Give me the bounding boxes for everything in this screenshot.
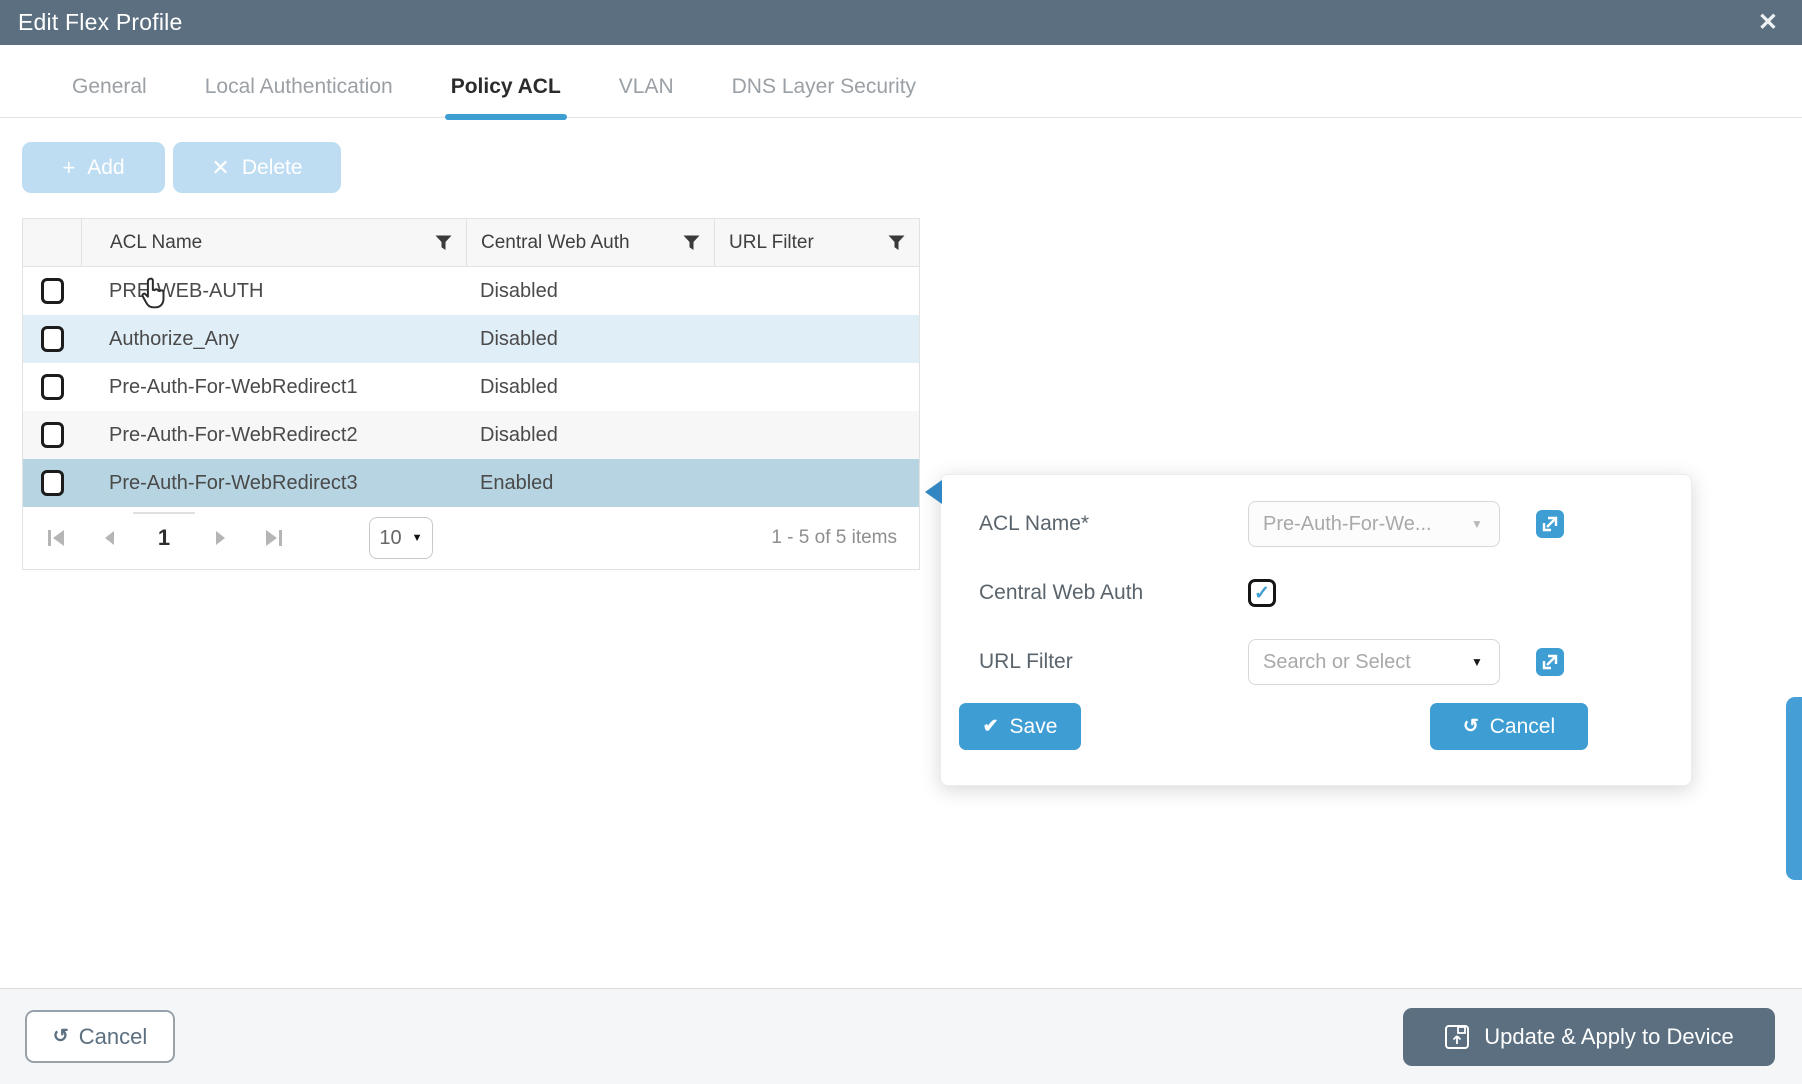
add-button[interactable]: + Add <box>22 142 165 193</box>
filter-icon[interactable] <box>888 235 905 251</box>
chevron-down-icon: ▼ <box>1455 655 1499 669</box>
filter-icon[interactable] <box>435 235 452 251</box>
central-web-auth-cell: Enabled <box>466 472 714 495</box>
tab-vlan[interactable]: VLAN <box>619 75 674 117</box>
page-size-select[interactable]: 10 ▼ <box>369 517 433 559</box>
url-filter-placeholder: Search or Select <box>1249 651 1455 674</box>
chevron-down-icon: ▼ <box>412 532 423 544</box>
header-acl-name-label: ACL Name <box>110 232 202 254</box>
central-web-auth-label: Central Web Auth <box>959 581 1248 605</box>
filter-icon[interactable] <box>683 235 700 251</box>
row-checkbox[interactable] <box>41 326 64 352</box>
header-acl-name[interactable]: ACL Name <box>81 219 466 266</box>
vertical-scrollbar-thumb[interactable] <box>1786 697 1802 880</box>
central-web-auth-cell: Disabled <box>466 376 714 399</box>
first-page-icon[interactable] <box>45 527 71 549</box>
table-row[interactable]: PRE-WEB-AUTH Disabled <box>23 267 919 315</box>
table-row[interactable]: Pre-Auth-For-WebRedirect1 Disabled <box>23 363 919 411</box>
tab-local-authentication[interactable]: Local Authentication <box>205 75 393 117</box>
cancel-button[interactable]: ↺ Cancel <box>25 1010 175 1063</box>
acl-name-cell: Authorize_Any <box>81 328 466 351</box>
update-apply-button[interactable]: Update & Apply to Device <box>1403 1008 1775 1066</box>
dialog-footer: ↺ Cancel Update & Apply to Device <box>0 988 1802 1084</box>
acl-edit-popover: ACL Name* Pre-Auth-For-We... ▼ Central W… <box>940 474 1692 786</box>
url-filter-select[interactable]: Search or Select ▼ <box>1248 639 1500 685</box>
save-button-label: Save <box>1010 715 1058 739</box>
popover-cancel-label: Cancel <box>1490 715 1555 739</box>
current-page-number: 1 <box>158 525 170 551</box>
row-checkbox[interactable] <box>41 278 64 304</box>
acl-name-cell: PRE-WEB-AUTH <box>81 280 466 303</box>
url-filter-label: URL Filter <box>959 650 1248 674</box>
page-size-value: 10 <box>379 527 401 550</box>
chevron-down-icon: ▼ <box>1455 517 1499 531</box>
tab-bar: General Local Authentication Policy ACL … <box>0 63 1802 118</box>
tab-general[interactable]: General <box>72 75 147 117</box>
tab-policy-acl[interactable]: Policy ACL <box>451 75 561 117</box>
acl-name-select[interactable]: Pre-Auth-For-We... ▼ <box>1248 501 1500 547</box>
delete-button-label: Delete <box>242 156 303 180</box>
next-page-icon[interactable] <box>207 527 233 549</box>
last-page-icon[interactable] <box>259 527 285 549</box>
table-header-row: ACL Name Central Web Auth URL Filter <box>23 219 919 267</box>
central-web-auth-cell: Disabled <box>466 328 714 351</box>
save-button[interactable]: ✔ Save <box>959 703 1081 750</box>
central-web-auth-cell: Disabled <box>466 424 714 447</box>
table-row-selected[interactable]: Pre-Auth-For-WebRedirect3 Enabled <box>23 459 919 507</box>
current-page-button[interactable]: 1 <box>141 525 187 551</box>
table-row[interactable]: Authorize_Any Disabled <box>23 315 919 363</box>
header-url-filter-label: URL Filter <box>729 232 814 254</box>
acl-name-field-row: ACL Name* Pre-Auth-For-We... ▼ <box>959 501 1673 547</box>
check-icon: ✔ <box>983 717 999 736</box>
tab-dns-layer-security[interactable]: DNS Layer Security <box>732 75 916 117</box>
acl-name-label: ACL Name* <box>959 512 1248 536</box>
acl-toolbar: + Add ✕ Delete <box>22 142 341 193</box>
central-web-auth-checkbox[interactable]: ✓ <box>1248 579 1276 607</box>
acl-name-cell: Pre-Auth-For-WebRedirect1 <box>81 376 466 399</box>
pagination-range-text: 1 - 5 of 5 items <box>771 527 897 549</box>
cancel-button-label: Cancel <box>79 1024 147 1050</box>
dialog-titlebar: Edit Flex Profile ✕ <box>0 0 1802 45</box>
acl-name-select-value: Pre-Auth-For-We... <box>1249 513 1455 536</box>
current-page-indicator <box>133 512 195 514</box>
undo-icon: ↺ <box>53 1027 69 1046</box>
save-disk-icon <box>1444 1024 1470 1050</box>
header-central-web-auth[interactable]: Central Web Auth <box>466 219 714 266</box>
close-icon[interactable]: ✕ <box>1758 11 1778 35</box>
header-url-filter[interactable]: URL Filter <box>714 219 919 266</box>
dialog-title: Edit Flex Profile <box>18 9 182 36</box>
update-apply-label: Update & Apply to Device <box>1484 1024 1733 1050</box>
table-row[interactable]: Pre-Auth-For-WebRedirect2 Disabled <box>23 411 919 459</box>
checkmark-icon: ✓ <box>1254 582 1270 605</box>
x-icon: ✕ <box>211 155 229 181</box>
acl-name-external-link-button[interactable] <box>1536 510 1564 538</box>
row-checkbox[interactable] <box>41 470 64 496</box>
header-checkbox-column <box>23 219 81 266</box>
plus-icon: + <box>62 155 75 181</box>
external-link-icon <box>1542 516 1558 532</box>
url-filter-external-link-button[interactable] <box>1536 648 1564 676</box>
acl-table: ACL Name Central Web Auth URL Filter PRE… <box>22 218 920 570</box>
popover-actions: ✔ Save ↺ Cancel <box>959 703 1673 750</box>
undo-icon: ↺ <box>1463 717 1479 736</box>
row-checkbox[interactable] <box>41 422 64 448</box>
previous-page-icon[interactable] <box>97 527 123 549</box>
external-link-icon <box>1542 654 1558 670</box>
url-filter-field-row: URL Filter Search or Select ▼ <box>959 639 1673 685</box>
central-web-auth-field-row: Central Web Auth ✓ <box>959 570 1673 616</box>
acl-name-cell: Pre-Auth-For-WebRedirect3 <box>81 472 466 495</box>
central-web-auth-cell: Disabled <box>466 280 714 303</box>
popover-cancel-button[interactable]: ↺ Cancel <box>1430 703 1588 750</box>
row-checkbox[interactable] <box>41 374 64 400</box>
delete-button[interactable]: ✕ Delete <box>173 142 341 193</box>
header-central-web-auth-label: Central Web Auth <box>481 232 630 254</box>
acl-name-cell: Pre-Auth-For-WebRedirect2 <box>81 424 466 447</box>
pagination-bar: 1 10 ▼ 1 - 5 of 5 items <box>23 507 919 569</box>
add-button-label: Add <box>87 156 124 180</box>
